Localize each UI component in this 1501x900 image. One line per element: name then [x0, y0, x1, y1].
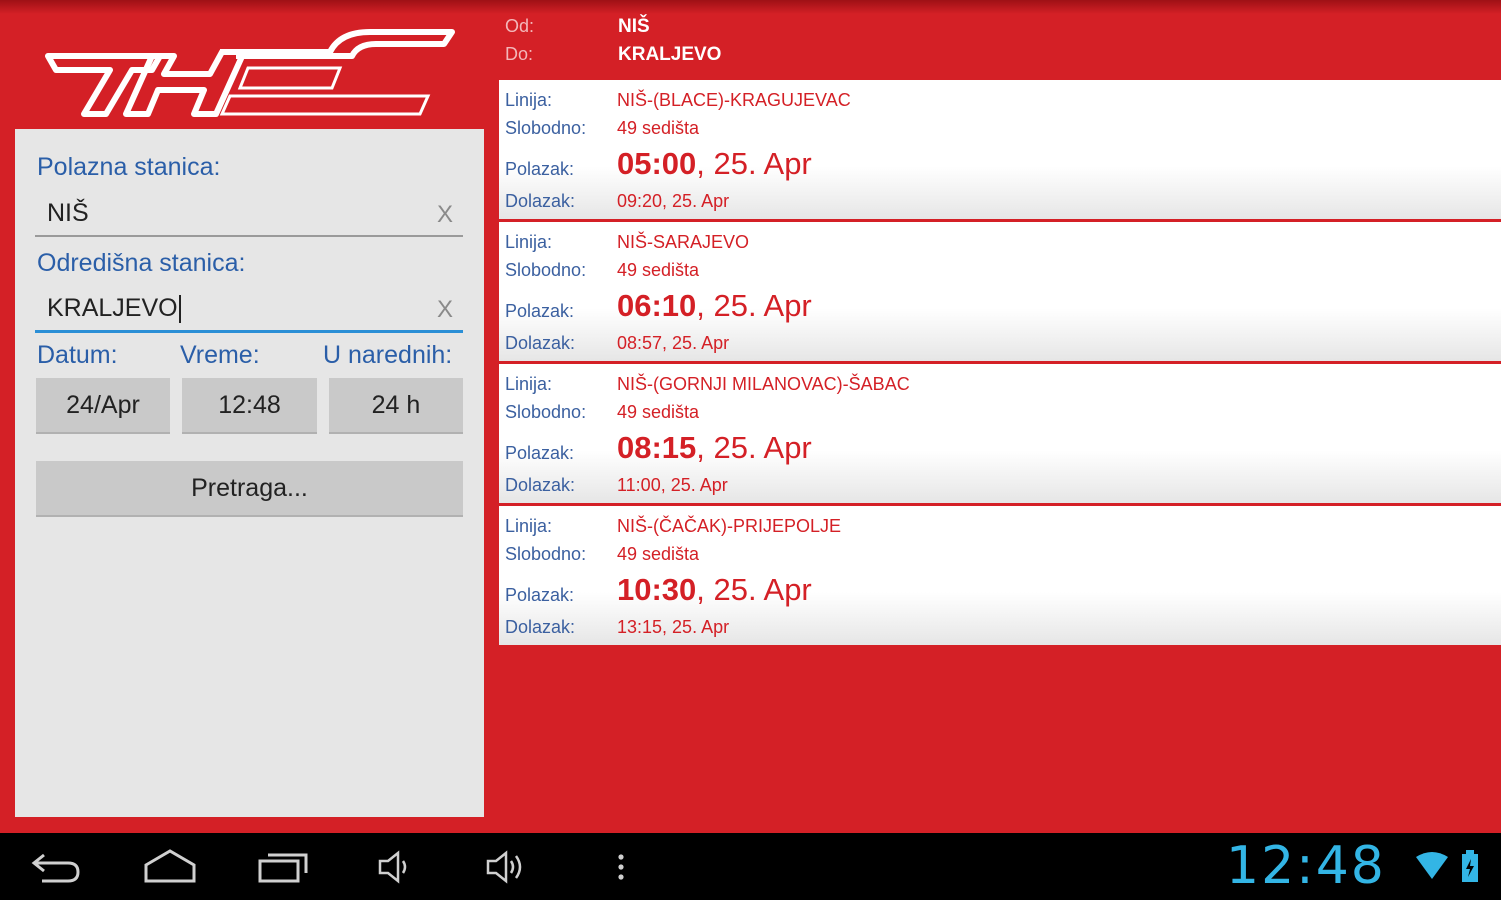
destination-station-label: Odredišna stanica: [37, 249, 246, 277]
departure-value: 05:00, 25. Apr [617, 146, 812, 182]
results-list: Linija: NIŠ-(BLACE)-KRAGUJEVAC Slobodno:… [499, 80, 1501, 648]
time-label: Vreme: [180, 341, 260, 369]
to-value: KRALJEVO [618, 44, 722, 65]
departure-date: , 25. Apr [696, 430, 812, 465]
departure-label: Polazak: [505, 443, 575, 463]
range-button[interactable]: 24 h [329, 378, 463, 434]
date-button[interactable]: 24/Apr [36, 378, 170, 434]
volume-up-icon[interactable] [484, 847, 528, 887]
result-card[interactable]: Linija: NIŠ-(GORNJI MILANOVAC)-ŠABAC Slo… [499, 364, 1501, 506]
result-card[interactable]: Linija: NIŠ-(ČAČAK)-PRIJEPOLJE Slobodno:… [499, 506, 1501, 648]
arrival-value: 13:15, 25. Apr [617, 617, 730, 637]
departure-label: Polazak: [505, 159, 575, 179]
departure-time: 10:30 [617, 572, 697, 607]
departure-time: 06:10 [617, 288, 697, 323]
range-label: U narednih: [323, 341, 453, 369]
result-card[interactable]: Linija: NIŠ-(BLACE)-KRAGUJEVAC Slobodno:… [499, 80, 1501, 222]
arrival-label: Dolazak: [505, 333, 576, 353]
status-clock: 12:48 [1226, 836, 1386, 896]
result-card[interactable]: Linija: NIŠ-SARAJEVO Slobodno: 49 sedišt… [499, 222, 1501, 364]
volume-down-icon[interactable] [376, 847, 412, 887]
free-label: Slobodno: [505, 118, 587, 138]
departure-station-input[interactable]: NIŠ X [35, 191, 463, 237]
brand-logo [45, 29, 455, 117]
date-label: Datum: [37, 341, 118, 369]
line-label: Linija: [505, 374, 553, 394]
battery-icon [1462, 850, 1478, 882]
departure-time: 08:15 [617, 430, 697, 465]
free-value: 49 sedišta [617, 260, 700, 280]
arrival-value: 11:00, 25. Apr [617, 475, 728, 495]
departure-date: , 25. Apr [696, 572, 812, 607]
departure-time: 05:00 [617, 146, 697, 181]
from-label: Od: [505, 16, 535, 36]
arrival-label: Dolazak: [505, 617, 576, 637]
app-root: Od: NIŠ Do: KRALJEVO Polazna stanica: NI… [0, 0, 1501, 833]
departure-value: 06:10, 25. Apr [617, 288, 812, 324]
recent-apps-icon[interactable] [256, 847, 312, 887]
search-panel: Polazna stanica: NIŠ X Odredišna stanica… [15, 129, 484, 817]
arrival-label: Dolazak: [505, 191, 576, 211]
departure-station-value: NIŠ [47, 199, 89, 227]
to-label: Do: [505, 44, 534, 64]
line-label: Linija: [505, 90, 553, 110]
home-icon[interactable] [142, 847, 198, 887]
arrival-label: Dolazak: [505, 475, 576, 495]
free-value: 49 sedišta [617, 118, 700, 138]
top-shade [0, 0, 1501, 14]
time-button[interactable]: 12:48 [182, 378, 317, 434]
destination-station-input[interactable]: KRALJEVO X [35, 286, 463, 333]
line-label: Linija: [505, 516, 553, 536]
arrival-value: 08:57, 25. Apr [617, 333, 730, 353]
free-label: Slobodno: [505, 544, 587, 564]
free-label: Slobodno: [505, 402, 587, 422]
clear-destination-icon[interactable]: X [437, 296, 453, 324]
arrival-value: 09:20, 25. Apr [617, 191, 730, 211]
departure-station-label: Polazna stanica: [37, 153, 221, 181]
line-value: NIŠ-(GORNJI MILANOVAC)-ŠABAC [617, 374, 910, 394]
departure-label: Polazak: [505, 585, 575, 605]
menu-icon[interactable] [614, 847, 628, 887]
line-value: NIŠ-SARAJEVO [617, 232, 750, 252]
departure-value: 08:15, 25. Apr [617, 430, 812, 466]
back-icon[interactable] [30, 847, 82, 887]
from-value: NIŠ [618, 16, 650, 37]
free-label: Slobodno: [505, 260, 587, 280]
search-button[interactable]: Pretraga... [36, 461, 463, 517]
clear-departure-icon[interactable]: X [437, 201, 453, 229]
departure-label: Polazak: [505, 301, 575, 321]
text-cursor [178, 295, 181, 324]
departure-value: 10:30, 25. Apr [617, 572, 812, 608]
line-label: Linija: [505, 232, 553, 252]
free-value: 49 sedišta [617, 402, 700, 422]
departure-date: , 25. Apr [696, 146, 812, 181]
line-value: NIŠ-(ČAČAK)-PRIJEPOLJE [617, 516, 842, 536]
wifi-icon [1416, 852, 1448, 879]
free-value: 49 sedišta [617, 544, 700, 564]
departure-date: , 25. Apr [696, 288, 812, 323]
destination-station-value: KRALJEVO [47, 294, 178, 322]
line-value: NIŠ-(BLACE)-KRAGUJEVAC [617, 90, 851, 110]
